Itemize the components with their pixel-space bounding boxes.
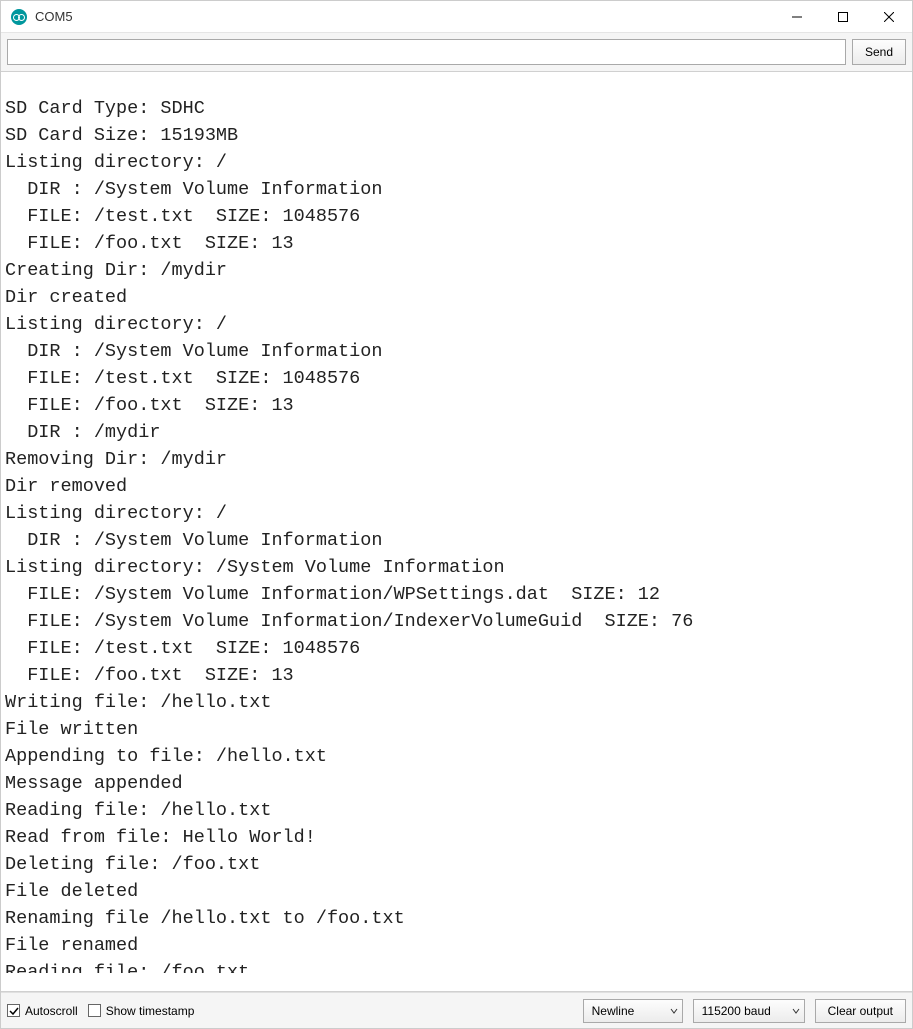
chevron-down-icon	[792, 1004, 800, 1018]
autoscroll-label: Autoscroll	[25, 1004, 78, 1018]
checkbox-box	[7, 1004, 20, 1017]
minimize-icon	[792, 12, 802, 22]
maximize-icon	[838, 12, 848, 22]
baud-rate-select[interactable]: 115200 baud	[693, 999, 805, 1023]
timestamp-checkbox[interactable]: Show timestamp	[88, 1004, 195, 1018]
autoscroll-checkbox[interactable]: Autoscroll	[7, 1004, 78, 1018]
minimize-button[interactable]	[774, 1, 820, 32]
check-icon	[9, 1006, 19, 1016]
command-input[interactable]	[7, 39, 846, 65]
close-button[interactable]	[866, 1, 912, 32]
baud-rate-value: 115200 baud	[702, 1004, 771, 1018]
line-ending-value: Newline	[592, 1004, 635, 1018]
chevron-down-icon	[670, 1004, 678, 1018]
maximize-button[interactable]	[820, 1, 866, 32]
send-button[interactable]: Send	[852, 39, 906, 65]
serial-monitor-window: COM5 Send SD Card Type: SDHC SD Card Siz…	[0, 0, 913, 1029]
bottombar: Autoscroll Show timestamp Newline 115200…	[1, 992, 912, 1028]
checkbox-box	[88, 1004, 101, 1017]
input-row: Send	[1, 33, 912, 71]
serial-output[interactable]: SD Card Type: SDHC SD Card Size: 15193MB…	[1, 91, 912, 973]
close-icon	[884, 12, 894, 22]
line-ending-select[interactable]: Newline	[583, 999, 683, 1023]
window-title: COM5	[35, 9, 774, 24]
titlebar: COM5	[1, 1, 912, 33]
arduino-icon	[11, 9, 27, 25]
window-controls	[774, 1, 912, 32]
output-area: SD Card Type: SDHC SD Card Size: 15193MB…	[1, 71, 912, 992]
clear-output-button[interactable]: Clear output	[815, 999, 906, 1023]
timestamp-label: Show timestamp	[106, 1004, 195, 1018]
